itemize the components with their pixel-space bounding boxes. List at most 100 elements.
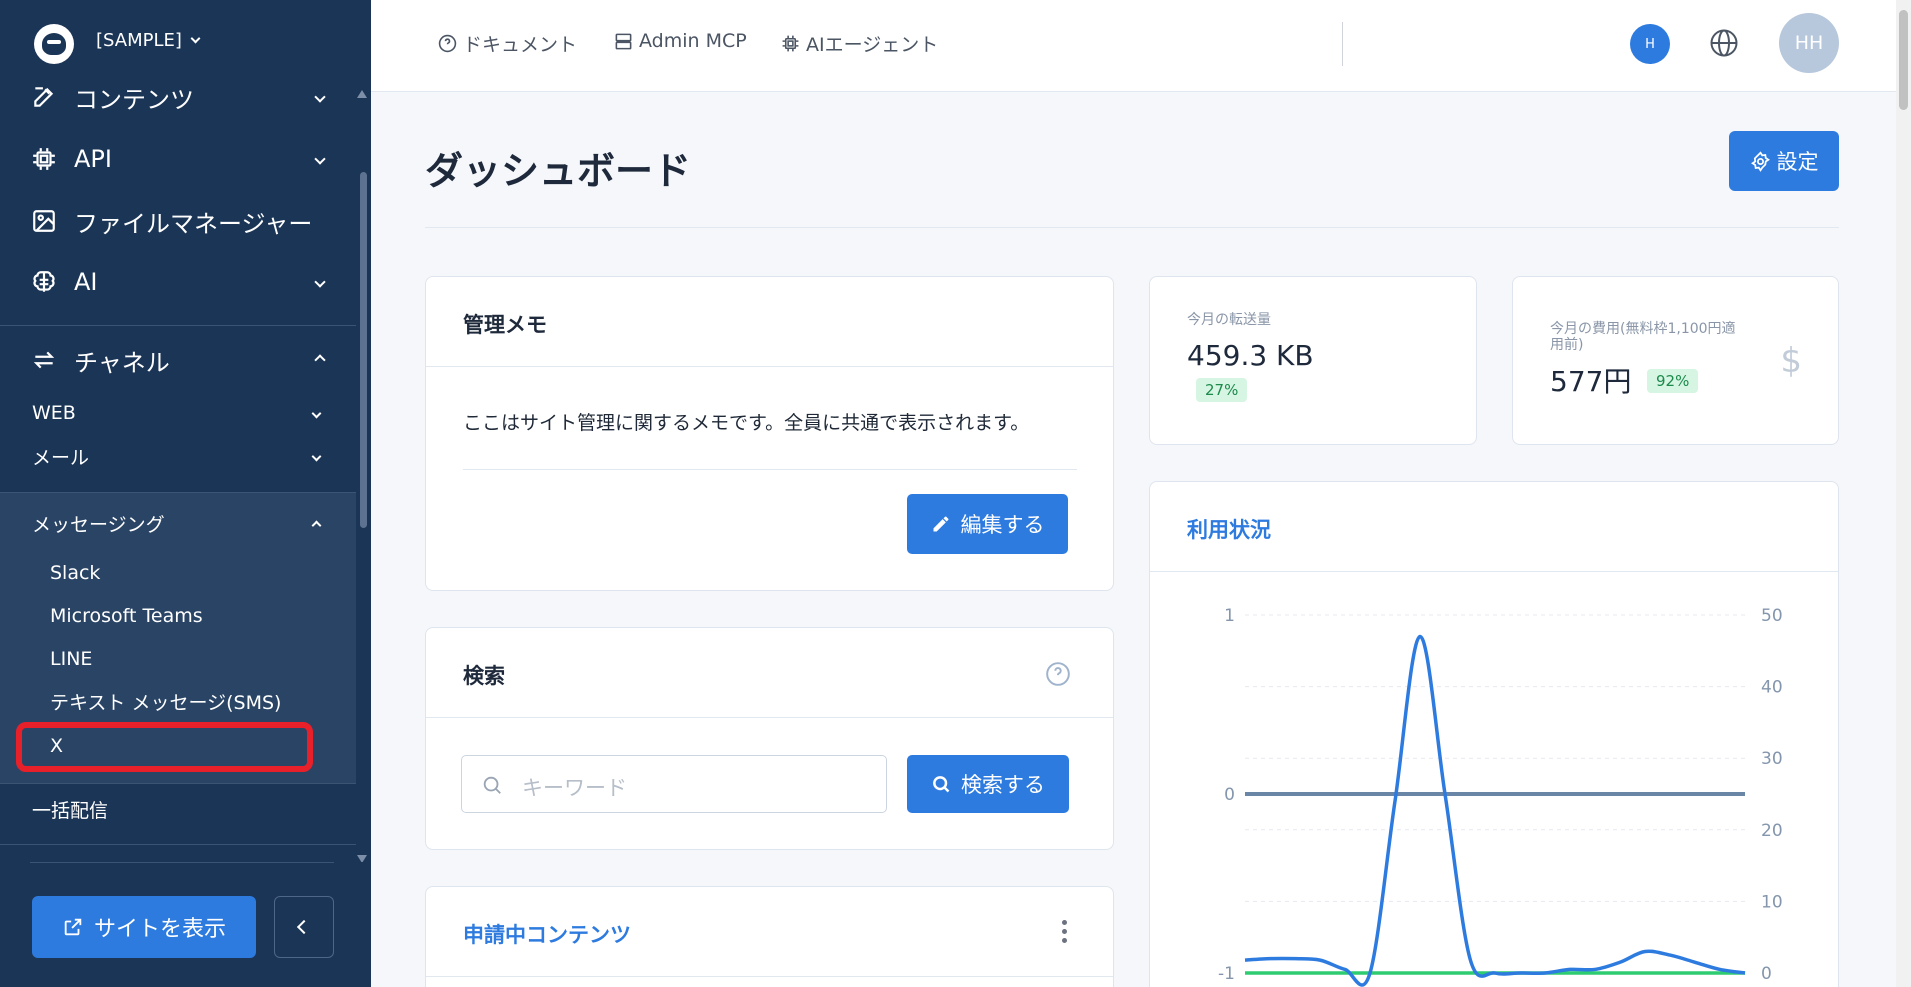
page-scrollbar-thumb[interactable] xyxy=(1899,10,1908,110)
edit-memo-button[interactable]: 編集する xyxy=(907,494,1068,554)
docs-link-label: ドキュメント xyxy=(463,34,578,56)
right-tick-label: 40 xyxy=(1761,678,1783,698)
pending-title[interactable]: 申請中コンテンツ xyxy=(463,919,631,949)
left-tick-label: 1 xyxy=(1224,606,1235,626)
docs-link[interactable]: ドキュメント xyxy=(438,30,577,57)
sidebar-item-web[interactable]: WEB xyxy=(32,398,326,428)
sidebar-item-label: API xyxy=(74,145,112,173)
usage-title: 利用状況 xyxy=(1187,518,1271,542)
sidebar-divider xyxy=(0,492,356,493)
search-input[interactable]: キーワード xyxy=(461,755,887,813)
workspace-avatar[interactable]: H xyxy=(1630,24,1670,64)
site-name: [SAMPLE] xyxy=(96,30,182,51)
cost-stat-card: 今月の費用(無料枠1,100円適 用前) 577円 92% $ xyxy=(1512,276,1839,445)
help-circle-icon xyxy=(438,34,457,53)
admin-mcp-label: Admin MCP xyxy=(639,30,747,52)
sidebar-item-file-manager[interactable]: ファイルマネージャー xyxy=(30,201,330,241)
search-icon xyxy=(483,776,501,794)
user-avatar[interactable]: HH xyxy=(1779,13,1839,73)
title-divider xyxy=(425,227,1839,228)
card-header: 検索 xyxy=(426,628,1113,718)
sidebar-item-label: コンテンツ xyxy=(74,85,194,114)
transfer-stat-card: 今月の転送量 459.3 KB 27% xyxy=(1149,276,1477,445)
sidebar-item-sms[interactable]: テキスト メッセージ(SMS) xyxy=(50,688,281,718)
pending-content-card: 申請中コンテンツ xyxy=(425,886,1114,987)
site-logo[interactable] xyxy=(34,24,74,64)
chevron-up-icon xyxy=(311,520,322,530)
page-title: ダッシュボード xyxy=(425,149,692,193)
series-line-0 xyxy=(1244,634,1746,987)
sidebar-item-api[interactable]: API xyxy=(30,139,330,179)
cost-label: 今月の費用(無料枠1,100円適 用前) xyxy=(1550,321,1736,353)
search-button[interactable]: 検索する xyxy=(907,755,1069,813)
search-button-label: 検索する xyxy=(961,773,1045,797)
search-card: 検索 キーワード 検索する xyxy=(425,627,1114,850)
memo-card: 管理メモ ここはサイト管理に関するメモです。全員に共通で表示されます。 編集する xyxy=(425,276,1114,591)
sidebar-divider xyxy=(0,844,356,845)
scroll-up-arrow[interactable] xyxy=(357,90,367,98)
ai-agent-link[interactable]: AIエージェント xyxy=(781,30,938,57)
usage-card: 利用状況 50 40 30 20 10 0 1 0 -1 xyxy=(1149,481,1839,987)
sidebar-header: [SAMPLE] xyxy=(0,0,356,84)
server-icon xyxy=(615,33,632,49)
image-icon xyxy=(30,207,58,235)
sidebar-item-mail[interactable]: メール xyxy=(32,441,326,471)
settings-button[interactable]: 設定 xyxy=(1729,131,1839,191)
collapse-sidebar-button[interactable] xyxy=(274,896,334,958)
cost-label-line2: 用前) xyxy=(1550,337,1584,353)
view-site-button[interactable]: サイトを表示 xyxy=(32,896,256,958)
sidebar-item-slack[interactable]: Slack xyxy=(50,558,100,588)
gear-icon xyxy=(1750,150,1770,172)
sidebar-item-messaging[interactable]: メッセージング xyxy=(32,508,326,538)
site-switcher[interactable]: [SAMPLE] xyxy=(96,30,201,51)
search-title: 検索 xyxy=(463,664,505,688)
transfer-value: 459.3 KB xyxy=(1187,339,1314,372)
sidebar-item-bulk-delivery[interactable]: 一括配信 xyxy=(32,794,326,824)
sidebar-item-channels[interactable]: チャネル xyxy=(30,340,330,380)
left-tick-label: -1 xyxy=(1218,964,1235,984)
chevron-down-icon xyxy=(311,451,322,461)
brain-icon xyxy=(30,268,58,296)
right-tick-label: 50 xyxy=(1761,606,1783,626)
admin-mcp-link[interactable]: Admin MCP xyxy=(614,30,747,52)
chip-icon xyxy=(30,145,58,173)
transfer-label: 今月の転送量 xyxy=(1187,312,1271,328)
sidebar-item-label: メール xyxy=(32,446,90,469)
pencil-icon xyxy=(933,516,948,532)
sidebar-item-label: AI xyxy=(74,268,98,296)
arrows-exchange-icon xyxy=(30,346,58,374)
sidebar-item-contents[interactable]: コンテンツ xyxy=(30,77,330,117)
sidebar-item-line[interactable]: LINE xyxy=(50,644,92,674)
help-circle-icon[interactable] xyxy=(1045,661,1071,687)
sidebar-item-ai[interactable]: AI xyxy=(30,262,330,302)
edit-label: 編集する xyxy=(960,513,1045,537)
memo-text: ここはサイト管理に関するメモです。全員に共通で表示されます。 xyxy=(463,412,1030,434)
chevron-left-icon xyxy=(296,919,312,935)
globe-icon[interactable] xyxy=(1709,28,1739,58)
external-link-icon xyxy=(64,918,82,936)
right-tick-label: 20 xyxy=(1761,821,1783,841)
sidebar-item-label: WEB xyxy=(32,402,76,424)
page-scrollbar[interactable] xyxy=(1896,0,1911,987)
ai-agent-label: AIエージェント xyxy=(806,34,939,56)
chip-icon xyxy=(782,35,799,52)
sidebar-item-label: チャネル xyxy=(74,348,170,377)
edit-icon xyxy=(30,83,58,111)
chevron-down-icon xyxy=(311,408,322,418)
usage-chart: 5040302010010-1 xyxy=(1218,606,1783,987)
transfer-badge: 27% xyxy=(1196,378,1248,402)
chevron-down-icon xyxy=(314,276,326,288)
sidebar-item-label: ファイルマネージャー xyxy=(74,209,313,238)
more-menu-icon[interactable] xyxy=(1062,920,1068,944)
sidebar-scrollbar[interactable] xyxy=(360,172,367,528)
left-tick-label: 0 xyxy=(1224,785,1235,805)
cost-label-line1: 今月の費用(無料枠1,100円適 xyxy=(1550,321,1736,337)
sidebar-item-microsoft-teams[interactable]: Microsoft Teams xyxy=(50,601,203,631)
chevron-down-icon xyxy=(314,91,326,103)
chevron-down-icon xyxy=(314,153,326,165)
right-tick-label: 30 xyxy=(1761,749,1783,769)
card-header: 利用状況 xyxy=(1150,482,1838,572)
search-icon xyxy=(933,776,950,793)
card-header: 申請中コンテンツ xyxy=(426,887,1113,977)
sidebar-item-label: 一括配信 xyxy=(32,799,109,822)
